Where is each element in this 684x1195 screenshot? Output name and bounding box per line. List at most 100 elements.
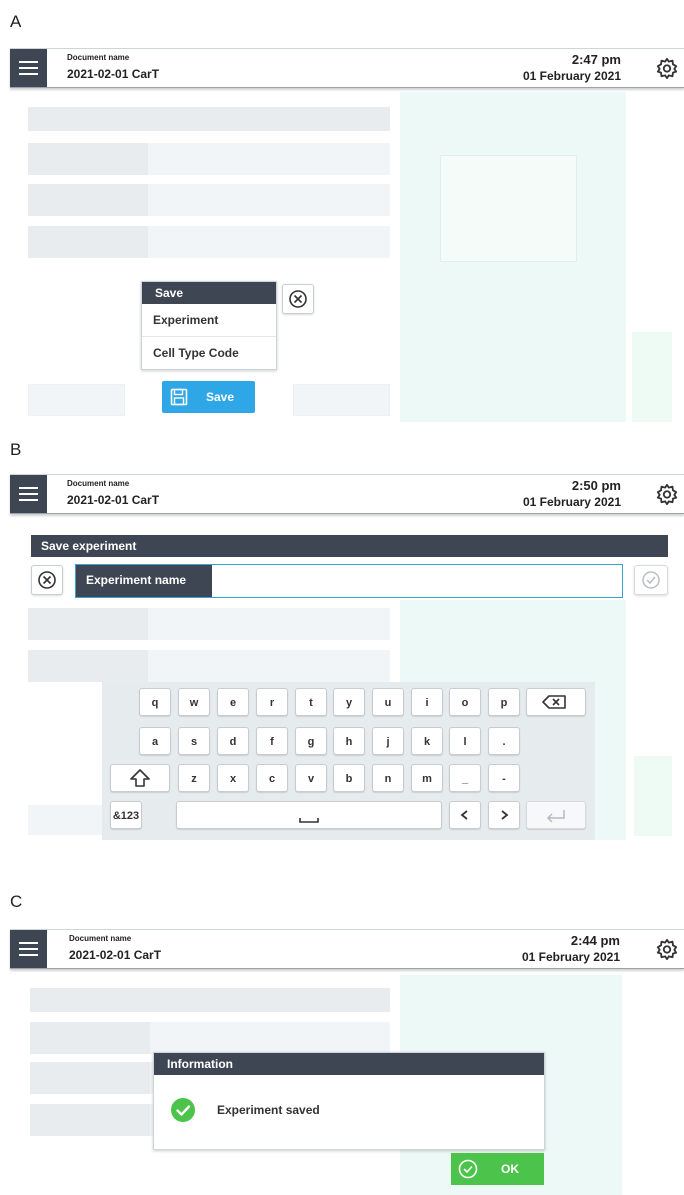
check-circle-icon [458, 1159, 478, 1179]
experiment-name-field[interactable]: Experiment name [75, 564, 623, 598]
save-menu: Save Experiment Cell Type Code [141, 281, 277, 370]
key-backspace[interactable] [526, 688, 586, 716]
faded-button [28, 805, 108, 835]
faded-side-button [632, 332, 672, 422]
key-hyphen[interactable]: - [488, 764, 520, 792]
key-shift[interactable] [110, 764, 170, 792]
clock-date: 01 February 2021 [521, 950, 620, 964]
key-r[interactable]: r [256, 688, 288, 716]
menu-icon[interactable] [10, 930, 47, 968]
panel-label-b: B [10, 440, 22, 459]
ok-button-label: OK [501, 1162, 519, 1176]
key-k[interactable]: k [411, 727, 443, 755]
key-space[interactable] [176, 801, 442, 829]
space-icon [299, 818, 319, 823]
key-b[interactable]: b [333, 764, 365, 792]
key-enter[interactable] [526, 801, 586, 829]
faded-row-label [28, 143, 148, 175]
faded-cell-image [440, 155, 577, 262]
arrow-left-icon [460, 810, 468, 820]
cancel-button[interactable] [31, 565, 63, 595]
key-arrow-left[interactable] [449, 801, 481, 829]
faded-row-label [30, 1022, 150, 1054]
faded-row-label [28, 184, 148, 216]
save-experiment-title: Save experiment [31, 535, 668, 557]
check-circle-icon [171, 1098, 195, 1122]
document-name-label: Document name [67, 479, 130, 488]
key-y[interactable]: y [333, 688, 365, 716]
key-u[interactable]: u [372, 688, 404, 716]
key-arrow-right[interactable] [488, 801, 520, 829]
top-bar: Document name 2021-02-01 CarT 2:44 pm 01… [10, 929, 684, 969]
document-name-label: Document name [69, 934, 132, 943]
close-menu-button[interactable] [282, 284, 314, 314]
key-g[interactable]: g [295, 727, 327, 755]
document-name: 2021-02-01 CarT [67, 67, 160, 81]
faded-side-button [634, 756, 672, 836]
key-x[interactable]: x [217, 764, 249, 792]
faded-header [28, 107, 390, 131]
faded-row-label [30, 1062, 150, 1094]
information-title: Information [154, 1053, 544, 1075]
experiment-name-label: Experiment name [76, 565, 212, 597]
key-f[interactable]: f [256, 727, 288, 755]
close-circle-icon [289, 290, 307, 308]
key-p[interactable]: p [488, 688, 520, 716]
key-underscore[interactable]: _ [449, 764, 481, 792]
key-o[interactable]: o [449, 688, 481, 716]
on-screen-keyboard: q w e r t y u i o p a s d f g h j k l . … [102, 682, 595, 840]
settings-icon[interactable] [656, 938, 678, 960]
settings-icon[interactable] [656, 57, 678, 79]
key-s[interactable]: s [178, 727, 210, 755]
key-m[interactable]: m [411, 764, 443, 792]
panel-label-c: C [10, 892, 23, 911]
top-bar: Document name 2021-02-01 CarT 2:47 pm 01… [10, 48, 684, 88]
key-e[interactable]: e [217, 688, 249, 716]
ok-button[interactable]: OK [451, 1153, 544, 1185]
clock-date: 01 February 2021 [522, 69, 621, 83]
key-v[interactable]: v [295, 764, 327, 792]
save-menu-item-cell-type-code[interactable]: Cell Type Code [142, 337, 276, 369]
top-bar: Document name 2021-02-01 CarT 2:50 pm 01… [10, 474, 684, 514]
key-i[interactable]: i [411, 688, 443, 716]
key-w[interactable]: w [178, 688, 210, 716]
close-circle-icon [38, 571, 56, 589]
menu-icon[interactable] [10, 49, 47, 87]
key-a[interactable]: a [139, 727, 171, 755]
faded-button [28, 384, 125, 416]
backspace-icon [542, 695, 566, 709]
document-name: 2021-02-01 CarT [69, 948, 162, 962]
clock-date: 01 February 2021 [522, 495, 621, 509]
faded-row-label [30, 1104, 150, 1136]
key-h[interactable]: h [333, 727, 365, 755]
information-message: Experiment saved [217, 1103, 320, 1117]
faded-row-label [28, 226, 148, 258]
key-q[interactable]: q [139, 688, 171, 716]
save-menu-title: Save [142, 282, 276, 304]
key-mode-switch[interactable]: &123 [110, 801, 142, 829]
clock-time: 2:47 pm [571, 52, 621, 67]
key-z[interactable]: z [178, 764, 210, 792]
key-c[interactable]: c [256, 764, 288, 792]
confirm-check-icon [642, 571, 660, 589]
floppy-disk-icon [170, 388, 188, 406]
save-button[interactable]: Save [162, 381, 255, 413]
menu-icon[interactable] [10, 475, 47, 513]
key-l[interactable]: l [449, 727, 481, 755]
save-menu-item-experiment[interactable]: Experiment [142, 304, 276, 337]
key-d[interactable]: d [217, 727, 249, 755]
shift-icon [130, 769, 150, 787]
key-n[interactable]: n [372, 764, 404, 792]
faded-row-label [28, 608, 148, 640]
settings-icon[interactable] [656, 483, 678, 505]
key-t[interactable]: t [295, 688, 327, 716]
faded-header [30, 988, 390, 1012]
key-j[interactable]: j [372, 727, 404, 755]
faded-row-label [28, 650, 148, 682]
panel-label-a: A [10, 12, 22, 31]
confirm-button[interactable] [634, 565, 668, 595]
document-name: 2021-02-01 CarT [67, 493, 160, 507]
key-period[interactable]: . [488, 727, 520, 755]
information-dialog: Information Experiment saved [153, 1052, 545, 1150]
document-name-label: Document name [67, 53, 130, 62]
